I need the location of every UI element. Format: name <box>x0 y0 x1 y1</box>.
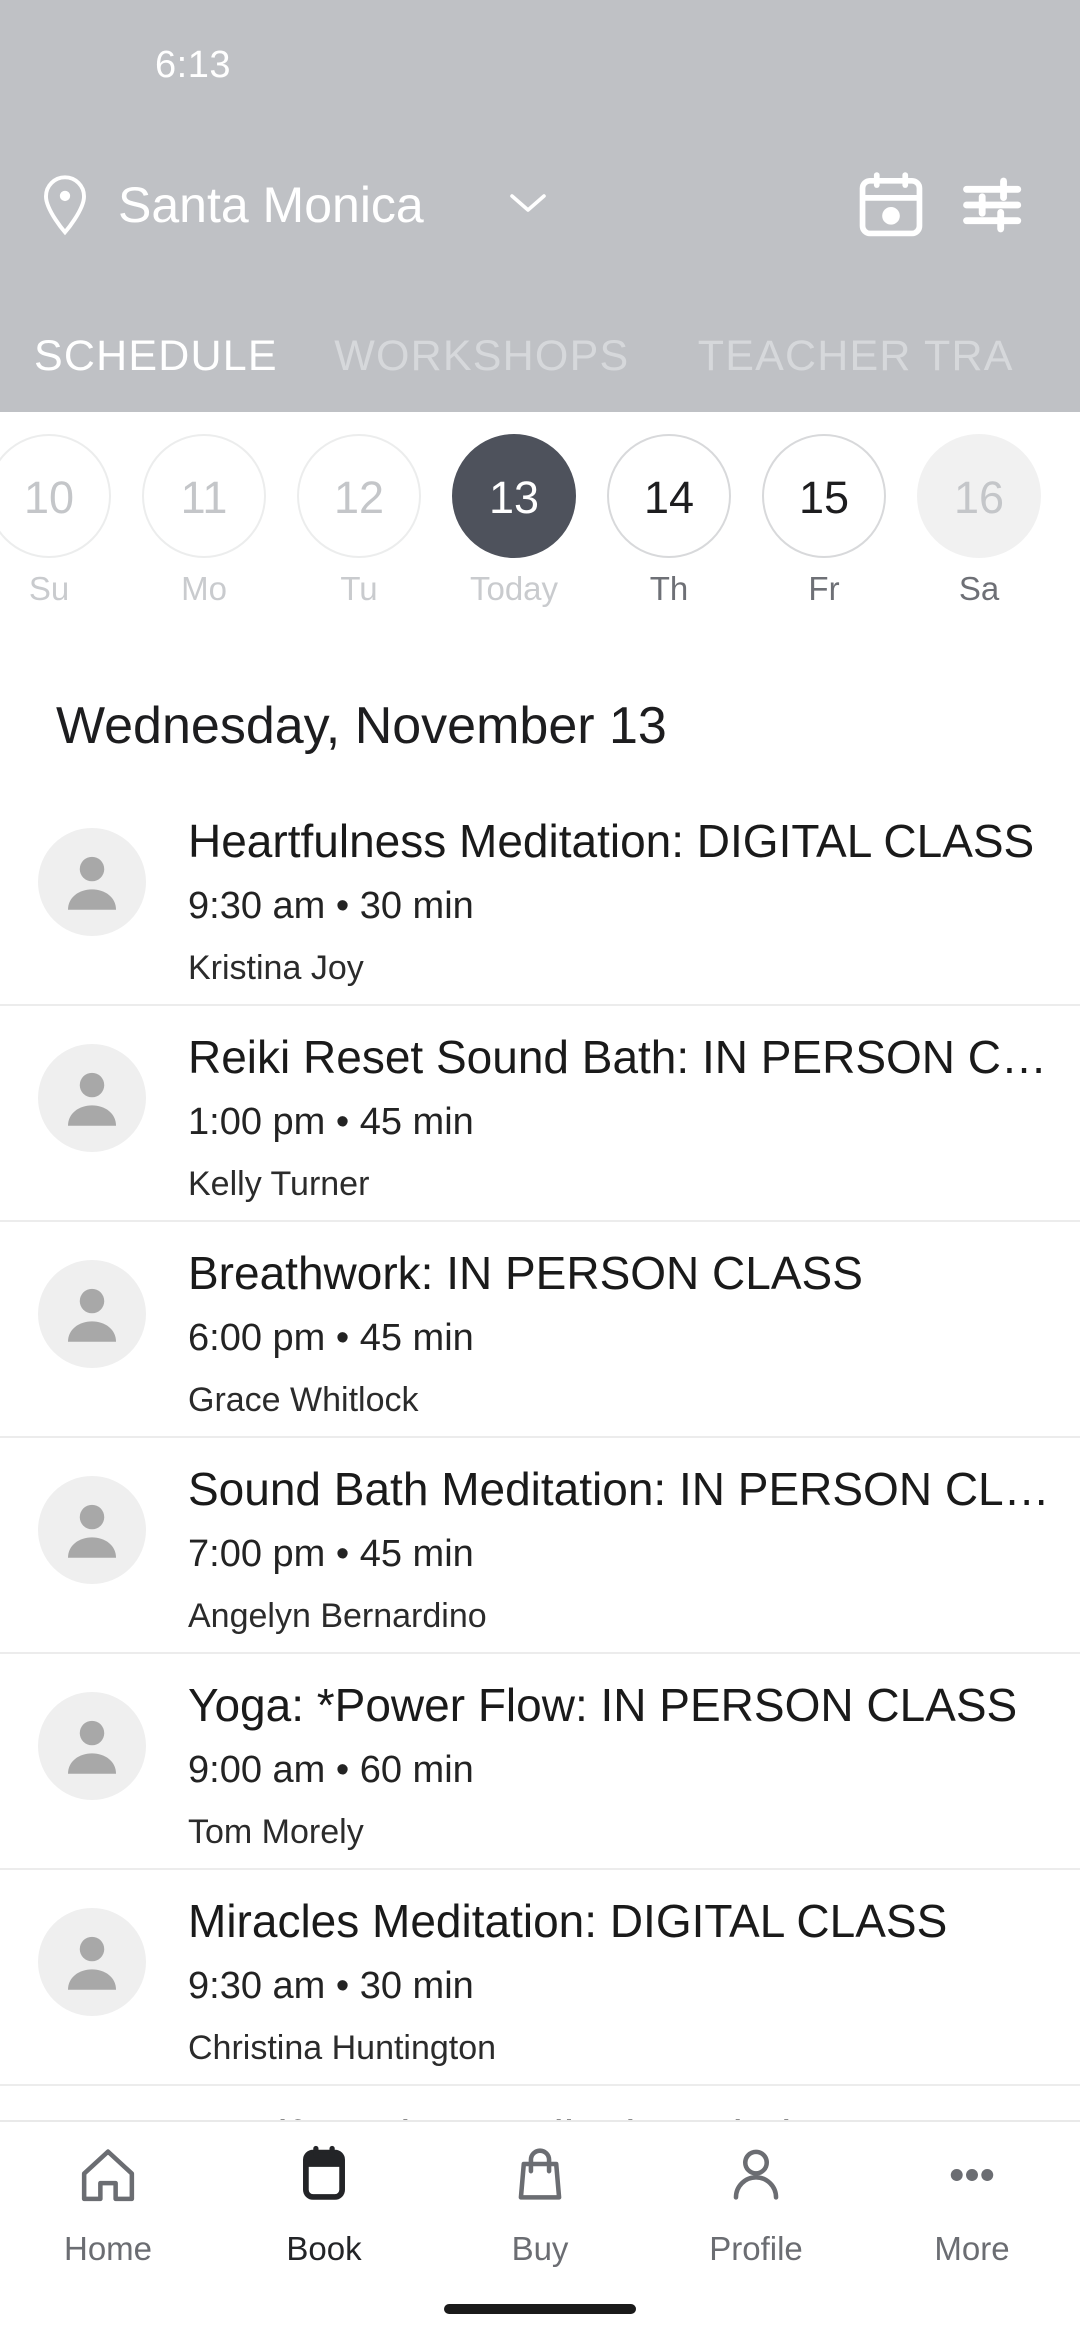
date-number: 11 <box>180 472 228 523</box>
class-title: Breathwork: IN PERSON CLASS <box>188 1247 863 1299</box>
date-strip: 10 Su 11 Mo 12 Tu 13 Today 14 Th 15 Fr 1… <box>0 412 1080 652</box>
status-bar: 6:13 <box>0 0 1080 108</box>
class-list-item[interactable]: Heartfulness Meditation: DIGITAL CLASS 9… <box>0 790 1080 1006</box>
chevron-down-icon <box>508 188 548 218</box>
class-list-item[interactable]: Sound Bath Meditation: IN PERSON CL… 7:0… <box>0 1438 1080 1654</box>
avatar <box>38 828 146 936</box>
class-list-item[interactable]: Yoga: *Power Flow: IN PERSON CLASS 9:00 … <box>0 1654 1080 1870</box>
date-circle: 15 <box>762 434 886 558</box>
tab-teacher-training[interactable]: TEACHER TRA <box>698 300 1014 412</box>
class-time-duration: 1:00 pm • 45 min <box>188 1101 474 1143</box>
location-name: Santa Monica <box>118 177 424 233</box>
nav-label: Profile <box>709 2230 803 2267</box>
date-circle: 12 <box>297 434 421 558</box>
nav-item-book[interactable]: Book <box>216 2144 432 2265</box>
class-time-duration: 6:00 pm • 45 min <box>188 1317 474 1359</box>
date-cell-10[interactable]: 10 Su <box>0 434 126 605</box>
avatar <box>38 1260 146 1368</box>
class-title: Yoga: *Power Flow: IN PERSON CLASS <box>188 1679 1018 1731</box>
date-cell-15[interactable]: 15 Fr <box>747 434 901 605</box>
class-title: Miracles Meditation: DIGITAL CLASS <box>188 1895 948 1947</box>
nav-label: Home <box>63 2230 153 2267</box>
tab-schedule[interactable]: SCHEDULE <box>34 300 278 412</box>
class-teacher: Christina Huntington <box>188 2029 497 2067</box>
class-title: Sound Bath Meditation: IN PERSON CL… <box>188 1463 1050 1515</box>
class-list: Heartfulness Meditation: DIGITAL CLASS 9… <box>0 790 1080 2302</box>
class-time-duration: 9:30 am • 30 min <box>188 885 474 927</box>
date-cell-16[interactable]: 16 Sa <box>902 434 1056 605</box>
date-circle: 10 <box>0 434 111 558</box>
date-number: 16 <box>953 472 1005 523</box>
class-list-item[interactable]: Breathwork: IN PERSON CLASS 6:00 pm • 45… <box>0 1222 1080 1438</box>
bottom-navigation: Home Book Buy Profile More <box>0 2120 1080 2340</box>
class-title: Heartfulness Meditation: DIGITAL CLASS <box>188 815 1035 867</box>
date-circle: 13 <box>452 434 576 558</box>
app-screen: 6:13 Santa Monica SCHEDULE WORKSHOPS TEA… <box>0 0 1080 2340</box>
date-weekday: Tu <box>340 570 378 607</box>
app-header: 6:13 Santa Monica SCHEDULE WORKSHOPS TEA… <box>0 0 1080 412</box>
class-teacher: Kelly Turner <box>188 1165 370 1203</box>
shopping-bag-icon <box>432 2144 648 2228</box>
date-number: 15 <box>798 472 850 523</box>
date-weekday: Mo <box>181 570 227 607</box>
more-dots-icon <box>864 2144 1080 2228</box>
class-time-duration: 9:30 am • 30 min <box>188 1965 474 2007</box>
selected-date-heading: Wednesday, November 13 <box>56 697 667 755</box>
date-circle: 16 <box>917 434 1041 558</box>
nav-label: Book <box>286 2230 362 2267</box>
tab-workshops[interactable]: WORKSHOPS <box>334 300 629 412</box>
class-time-duration: 9:00 am • 60 min <box>188 1749 474 1791</box>
class-teacher: Tom Morely <box>188 1813 364 1851</box>
class-teacher: Angelyn Bernardino <box>188 1597 487 1635</box>
status-bar-clock: 6:13 <box>155 44 231 86</box>
avatar <box>38 1692 146 1800</box>
date-circle: 14 <box>607 434 731 558</box>
date-weekday: Su <box>28 570 70 607</box>
book-calendar-icon <box>216 2144 432 2228</box>
nav-label: More <box>934 2230 1010 2267</box>
class-teacher: Grace Whitlock <box>188 1381 419 1419</box>
date-number: 14 <box>643 472 695 523</box>
date-cell-14[interactable]: 14 Th <box>592 434 746 605</box>
date-cell-12[interactable]: 12 Tu <box>282 434 436 605</box>
home-icon <box>0 2144 216 2228</box>
class-title: Reiki Reset Sound Bath: IN PERSON C… <box>188 1031 1047 1083</box>
location-pin-icon <box>40 174 90 236</box>
date-weekday: Today <box>469 570 559 607</box>
date-number: 13 <box>488 472 540 523</box>
date-weekday: Th <box>649 570 689 607</box>
avatar <box>38 1908 146 2016</box>
date-circle: 11 <box>142 434 266 558</box>
tab-bar: SCHEDULE WORKSHOPS TEACHER TRA <box>0 300 1080 412</box>
avatar <box>38 1476 146 1584</box>
nav-item-profile[interactable]: Profile <box>648 2144 864 2265</box>
nav-item-more[interactable]: More <box>864 2144 1080 2265</box>
filter-sliders-icon[interactable] <box>958 168 1032 242</box>
date-number: 10 <box>23 472 75 523</box>
nav-label: Buy <box>511 2230 569 2267</box>
class-teacher: Kristina Joy <box>188 949 364 987</box>
calendar-icon[interactable] <box>854 168 928 242</box>
avatar <box>38 1044 146 1152</box>
nav-item-home[interactable]: Home <box>0 2144 216 2265</box>
nav-item-buy[interactable]: Buy <box>432 2144 648 2265</box>
class-time-duration: 7:00 pm • 45 min <box>188 1533 474 1575</box>
date-cell-13-today[interactable]: 13 Today <box>437 434 591 605</box>
date-weekday: Fr <box>808 570 840 607</box>
date-cell-11[interactable]: 11 Mo <box>127 434 281 605</box>
date-weekday: Sa <box>958 570 1000 607</box>
class-list-item[interactable]: Reiki Reset Sound Bath: IN PERSON C… 1:0… <box>0 1006 1080 1222</box>
person-icon <box>648 2144 864 2228</box>
class-list-item[interactable]: Miracles Meditation: DIGITAL CLASS 9:30 … <box>0 1870 1080 2086</box>
home-indicator <box>444 2304 636 2314</box>
date-number: 12 <box>333 472 385 523</box>
